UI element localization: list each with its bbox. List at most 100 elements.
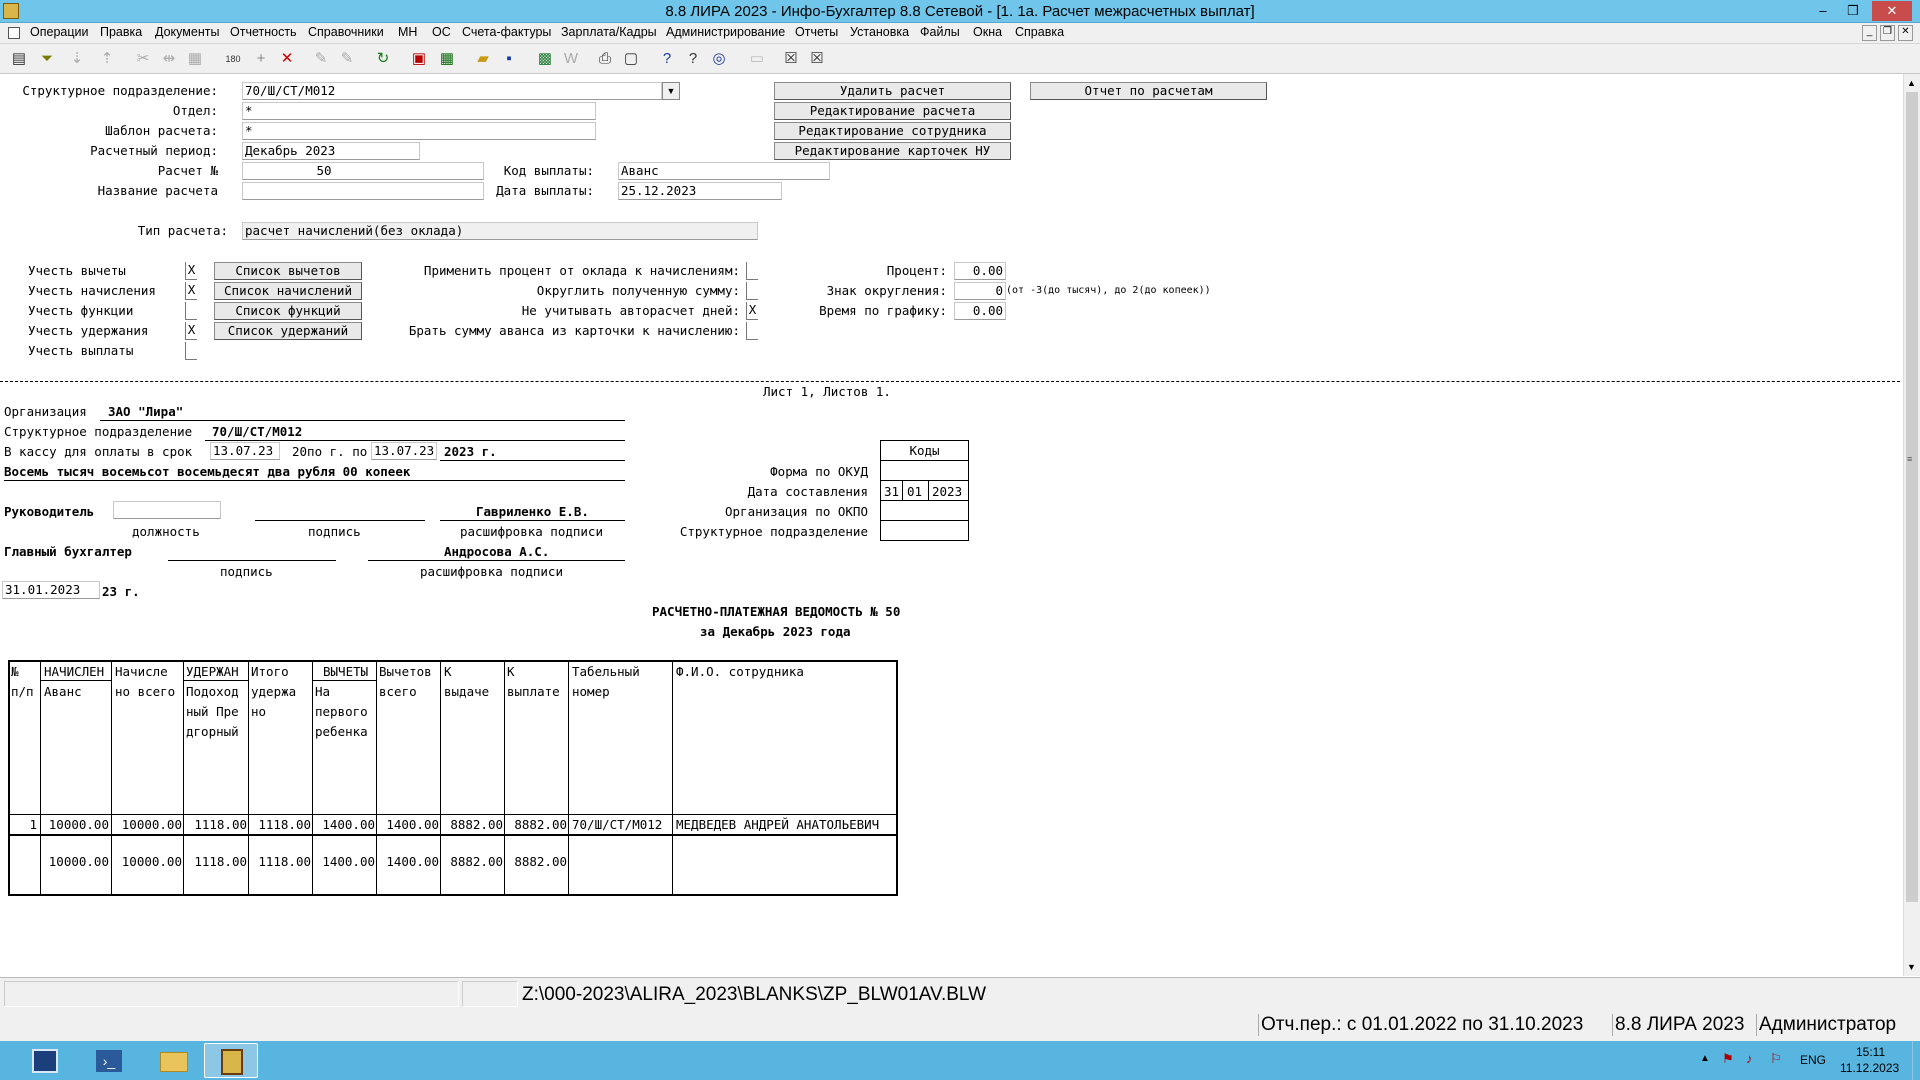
tray-lang[interactable]: ENG (1800, 1053, 1826, 1067)
period-field[interactable]: Декабрь 2023 (242, 142, 420, 160)
tray-network-icon[interactable]: ⚑ (1722, 1051, 1734, 1067)
chk-withholdings[interactable]: X (185, 322, 197, 340)
opt-round-chk[interactable] (746, 282, 758, 300)
status-bar: Отч.пер.: с 01.01.2022 по 31.10.2023 8.8… (0, 1011, 1920, 1041)
calc-180-icon[interactable]: 180 (222, 48, 244, 70)
pay-date-field[interactable]: 25.12.2023 (618, 182, 782, 200)
tool-icon[interactable]: ✎ (310, 48, 332, 70)
menu-os[interactable]: ОС (432, 25, 451, 39)
mdi-restore-button[interactable]: ❐ (1880, 25, 1895, 41)
menu-documents[interactable]: Документы (155, 25, 219, 39)
calculator-icon[interactable]: ▦ (436, 48, 458, 70)
edit-calc-button[interactable]: Редактирование расчета (774, 102, 1011, 120)
powershell-icon[interactable]: ›_ (82, 1043, 136, 1078)
struct-code-label: Структурное подразделение (679, 524, 868, 539)
close-all-icon[interactable]: ☒ (806, 48, 828, 70)
menu-admin[interactable]: Администрирование (666, 25, 785, 39)
show-desktop-button[interactable] (1912, 1041, 1920, 1080)
chevron-down-icon[interactable]: ▼ (662, 82, 680, 100)
menu-operations[interactable]: Операции (30, 25, 88, 39)
chk-deductions[interactable]: X (185, 262, 197, 280)
scroll-thumb[interactable] (1906, 92, 1918, 902)
delete-calc-button[interactable]: Удалить расчет (774, 82, 1011, 100)
print-icon[interactable]: ⎙ (594, 48, 616, 70)
form-icon[interactable]: ▤ (8, 48, 30, 70)
opt-advance-chk[interactable] (746, 322, 758, 340)
percent-field[interactable]: 0.00 (954, 262, 1006, 280)
calc-report-button[interactable]: Отчет по расчетам (1030, 82, 1267, 100)
chk-accruals[interactable]: X (185, 282, 197, 300)
menu-reports[interactable]: Отчеты (795, 25, 838, 39)
chk-deductions-label: Учесть вычеты (28, 263, 126, 278)
struct-select[interactable]: 70/Ш/СТ/М012 (242, 82, 662, 100)
menu-setup[interactable]: Установка (850, 25, 909, 39)
mdi-minimize-button[interactable]: _ (1862, 25, 1877, 41)
menu-salary[interactable]: Зарплата/Кадры (561, 25, 657, 39)
tray-sound-icon[interactable]: ♪ (1746, 1051, 1753, 1066)
cut-icon[interactable]: ✂ (132, 48, 154, 70)
keyboard-icon[interactable]: ▭ (746, 48, 768, 70)
compass-icon[interactable]: ◎ (708, 48, 730, 70)
menu-edit[interactable]: Правка (100, 25, 142, 39)
menu-windows[interactable]: Окна (973, 25, 1002, 39)
schedule-field[interactable]: 0.00 (954, 302, 1006, 320)
close-button[interactable]: ✕ (1872, 1, 1912, 21)
save-icon[interactable]: ▪ (498, 48, 520, 70)
refresh-icon[interactable]: ↻ (372, 48, 394, 70)
chk-functions[interactable] (185, 302, 197, 320)
cash-to-field[interactable]: 13.07.23 (371, 442, 437, 460)
filter-icon[interactable]: ⏷ (36, 48, 58, 70)
tray-arrow-icon[interactable]: ▲ (1700, 1053, 1710, 1064)
pay-date-label: Дата выплаты: (496, 183, 594, 198)
lira-app-icon[interactable] (204, 1043, 258, 1078)
head-position-field[interactable] (113, 501, 221, 519)
delete-icon[interactable]: ✕ (276, 48, 298, 70)
tray-time[interactable]: 15:11 (1856, 1045, 1885, 1059)
pay-code-field[interactable]: Аванс (618, 162, 830, 180)
menu-directories[interactable]: Справочники (308, 25, 384, 39)
menu-help[interactable]: Справка (1015, 25, 1064, 39)
scroll-up-icon[interactable]: ▲ (1907, 78, 1916, 88)
document-icon[interactable] (8, 27, 20, 39)
menu-invoices[interactable]: Счета-фактуры (462, 25, 551, 39)
server-manager-icon[interactable] (18, 1043, 72, 1078)
edit-cards-button[interactable]: Редактирование карточек НУ (774, 142, 1011, 160)
paste-icon[interactable]: ▦ (184, 48, 206, 70)
struct-label: Структурное подразделение: (22, 83, 218, 98)
sign-date-field[interactable]: 31.01.2023 (2, 581, 100, 599)
vertical-scrollbar[interactable]: ▲ ≡ ▼ (1903, 74, 1920, 976)
head-label: Руководитель (4, 504, 95, 519)
menu-files[interactable]: Файлы (920, 25, 960, 39)
explorer-icon[interactable] (146, 1043, 200, 1078)
table-row[interactable]: 1 10000.00 10000.00 1118.00 1118.00 1400… (10, 815, 896, 834)
preview-icon[interactable]: ▢ (620, 48, 642, 70)
dept-field[interactable]: * (242, 102, 596, 120)
menu-reporting[interactable]: Отчетность (230, 25, 297, 39)
context-help-icon[interactable]: ? (682, 48, 704, 70)
sort-asc-icon[interactable]: ⇣ (66, 48, 88, 70)
help-icon[interactable]: ? (656, 48, 678, 70)
round-sign-field[interactable]: 0 (954, 282, 1006, 300)
excel-icon[interactable]: ▩ (534, 48, 556, 70)
scroll-down-icon[interactable]: ▼ (1907, 962, 1916, 972)
word-icon[interactable]: W (560, 48, 582, 70)
add-icon[interactable]: + (250, 48, 272, 70)
tray-flag-icon[interactable]: ⚐ (1770, 1051, 1782, 1067)
mdi-close-button[interactable]: ✕ (1898, 25, 1913, 41)
opt-percent-chk[interactable] (746, 262, 758, 280)
split-icon[interactable]: ⇹ (158, 48, 180, 70)
opt-autodays-chk[interactable]: X (746, 302, 758, 320)
pdf-icon[interactable]: ▣ (408, 48, 430, 70)
open-folder-icon[interactable]: ▰ (472, 48, 494, 70)
menu-mn[interactable]: МН (398, 25, 417, 39)
minimize-button[interactable]: – (1810, 1, 1836, 21)
tray-date[interactable]: 11.12.2023 (1840, 1061, 1899, 1075)
tool2-icon[interactable]: ✎ (336, 48, 358, 70)
cash-from-field[interactable]: 13.07.23 (210, 442, 280, 460)
sort-desc-icon[interactable]: ⇡ (96, 48, 118, 70)
close-doc-icon[interactable]: ☒ (780, 48, 802, 70)
template-field[interactable]: * (242, 122, 596, 140)
restore-button[interactable]: ❐ (1840, 1, 1866, 21)
edit-employee-button[interactable]: Редактирование сотрудника (774, 122, 1011, 140)
chk-payments[interactable] (185, 342, 197, 360)
